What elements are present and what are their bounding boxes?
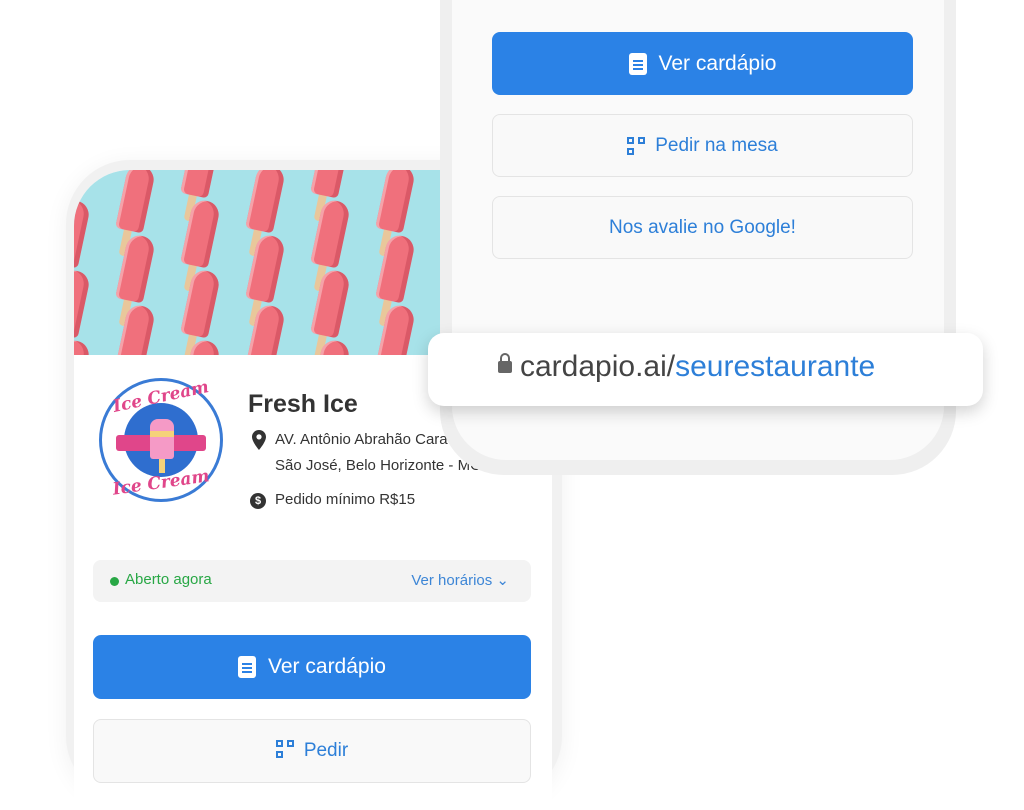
address-line-2: São José, Belo Horizonte - MG — [275, 457, 482, 474]
restaurant-name: Fresh Ice — [248, 390, 358, 418]
table-order-label: Pedir na mesa — [655, 134, 778, 156]
menu-book-icon — [238, 656, 257, 678]
table-order-button-partial[interactable]: Pedir — [93, 719, 531, 783]
view-menu-label: Ver cardápio — [268, 655, 386, 678]
logo-popsicle — [150, 419, 174, 473]
qr-code-icon — [275, 740, 294, 758]
google-review-button[interactable]: Nos avalie no Google! — [492, 196, 913, 259]
view-menu-label-front: Ver cardápio — [658, 51, 777, 75]
open-status: Aberto agora — [125, 571, 212, 588]
dollar-icon: $ — [250, 493, 266, 509]
url-domain: cardapio.ai/ — [520, 350, 676, 383]
google-review-label: Nos avalie no Google! — [609, 216, 796, 238]
hours-bar: Aberto agora Ver horários ⌄ — [93, 560, 531, 602]
url-bar[interactable]: cardapio.ai/seurestaurante — [428, 333, 983, 406]
open-status-dot — [110, 577, 119, 586]
map-pin-icon — [252, 430, 266, 450]
popsicle-pattern-item — [74, 338, 92, 355]
minimum-order: Pedido mínimo R$15 — [275, 491, 416, 508]
restaurant-logo: Ice Cream Ice Cream — [99, 377, 223, 502]
view-menu-button-front[interactable]: Ver cardápio — [492, 32, 913, 95]
menu-book-icon — [628, 52, 647, 75]
url-text: cardapio.ai/seurestaurante — [520, 350, 875, 384]
qr-code-icon — [627, 136, 646, 155]
view-hours-link[interactable]: Ver horários ⌄ — [411, 571, 509, 589]
table-order-partial-label: Pedir — [303, 740, 349, 761]
address-line-1: AV. Antônio Abrahão Cara — [275, 431, 448, 448]
view-menu-button[interactable]: Ver cardápio — [93, 635, 531, 699]
table-order-button[interactable]: Pedir na mesa — [492, 114, 913, 177]
url-path: seurestaurante — [675, 350, 876, 383]
lock-icon — [498, 353, 512, 373]
